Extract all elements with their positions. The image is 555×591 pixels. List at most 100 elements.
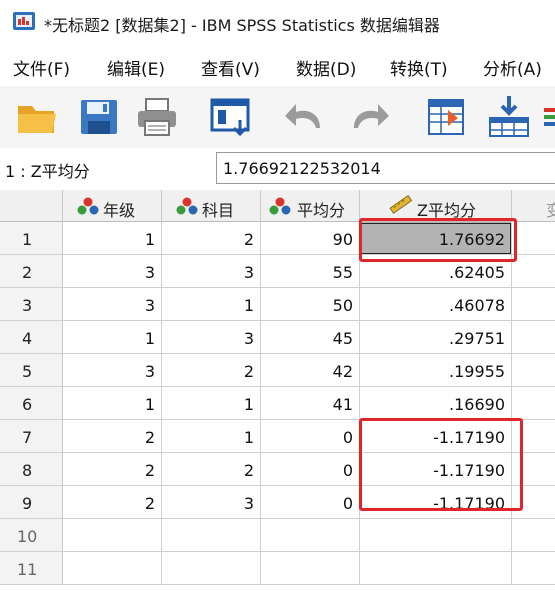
cell-value: .16690 [449,395,505,414]
table-cell[interactable] [360,552,512,585]
save-icon[interactable] [76,94,122,140]
menu-file[interactable]: 文件(F) [13,55,70,80]
table-cell[interactable] [512,453,555,486]
undo-icon[interactable] [282,94,328,140]
cell-value: .19955 [449,362,505,381]
table-cell[interactable]: .46078 [360,288,512,321]
table-cell[interactable]: 0 [261,486,360,519]
redo-icon[interactable] [346,94,392,140]
cell-value: .62405 [449,263,505,282]
cell-editor-bar: 1 : Z平均分 1.76692122532014 [0,148,555,190]
table-cell[interactable]: 2 [162,453,261,486]
table-cell[interactable] [63,552,162,585]
print-icon[interactable] [134,94,180,140]
table-cell[interactable]: .29751 [360,321,512,354]
menu-data[interactable]: 数据(D) [296,55,356,80]
row-header[interactable]: 1 [0,222,63,255]
variables-icon[interactable] [544,94,555,140]
column-header-z-average[interactable]: Z平均分 [360,190,512,222]
goto-variable-icon[interactable] [486,94,532,140]
table-cell[interactable] [261,519,360,552]
open-folder-icon[interactable] [14,94,60,140]
table-cell[interactable]: 55 [261,255,360,288]
cell-value: 3 [144,362,155,381]
table-cell[interactable]: .19955 [360,354,512,387]
column-label: 科目 [202,201,235,220]
menu-edit[interactable]: 编辑(E) [107,55,165,80]
row-header[interactable]: 6 [0,387,63,420]
row-header[interactable]: 8 [0,453,63,486]
table-cell[interactable]: 3 [162,486,261,519]
table-cell[interactable]: 50 [261,288,360,321]
table-cell[interactable]: -1.17190 [360,420,512,453]
table-cell[interactable]: 1 [162,387,261,420]
table-cell[interactable]: 0 [261,420,360,453]
row-header[interactable]: 11 [0,552,63,585]
table-cell[interactable] [512,288,555,321]
table-cell[interactable]: -1.17190 [360,486,512,519]
table-cell[interactable]: 2 [63,486,162,519]
table-cell[interactable] [512,321,555,354]
table-cell[interactable]: 90 [261,222,360,255]
dialog-recall-icon[interactable] [208,94,254,140]
table-cell[interactable] [512,222,555,255]
table-cell[interactable]: 41 [261,387,360,420]
cell-value: 42 [332,362,353,381]
row-header[interactable]: 2 [0,255,63,288]
table-cell[interactable]: .62405 [360,255,512,288]
row-header[interactable]: 10 [0,519,63,552]
table-cell[interactable]: 1 [63,387,162,420]
table-cell[interactable]: 0 [261,453,360,486]
table-cell[interactable]: 2 [162,222,261,255]
table-cell[interactable] [63,519,162,552]
table-cell[interactable] [512,387,555,420]
row-header[interactable]: 5 [0,354,63,387]
table-cell[interactable]: 1.76692 [360,222,512,255]
cell-value: 2 [243,461,254,480]
cell-value: 45 [332,329,353,348]
table-cell[interactable]: 1 [162,420,261,453]
cell-value-input[interactable]: 1.76692122532014 [216,152,555,184]
table-cell[interactable] [512,255,555,288]
table-cell[interactable]: 3 [162,321,261,354]
table-cell[interactable]: 2 [63,453,162,486]
table-cell[interactable] [512,354,555,387]
table-cell[interactable] [512,519,555,552]
table-cell[interactable]: 3 [63,354,162,387]
table-cell[interactable]: 1 [162,288,261,321]
table-cell[interactable]: 3 [63,288,162,321]
column-header-subject[interactable]: 科目 [162,190,261,222]
menu-transform[interactable]: 转换(T) [390,55,448,80]
table-cell[interactable]: 3 [162,255,261,288]
table-cell[interactable] [162,552,261,585]
cell-value: 1 [243,428,254,447]
menu-view[interactable]: 查看(V) [201,55,260,80]
table-cell[interactable]: 45 [261,321,360,354]
row-number: 9 [22,494,33,513]
table-cell[interactable] [512,420,555,453]
row-header[interactable]: 4 [0,321,63,354]
table-cell[interactable]: 2 [63,420,162,453]
table-cell[interactable] [512,552,555,585]
column-header-grade[interactable]: 年级 [63,190,162,222]
table-cell[interactable] [261,552,360,585]
cell-value: 1 [243,296,254,315]
menu-analyze[interactable]: 分析(A) [483,55,542,80]
table-cell[interactable]: 1 [63,222,162,255]
row-header[interactable]: 7 [0,420,63,453]
table-cell[interactable]: .16690 [360,387,512,420]
row-header[interactable]: 3 [0,288,63,321]
table-cell[interactable] [512,486,555,519]
column-header-average[interactable]: 平均分 [261,190,360,222]
row-header[interactable]: 9 [0,486,63,519]
column-label: Z平均分 [417,201,476,220]
table-cell[interactable]: -1.17190 [360,453,512,486]
table-cell[interactable]: 1 [63,321,162,354]
column-header-var[interactable]: 变 [512,190,555,222]
table-cell[interactable]: 3 [63,255,162,288]
table-cell[interactable]: 42 [261,354,360,387]
table-cell[interactable] [162,519,261,552]
table-cell[interactable]: 2 [162,354,261,387]
goto-case-icon[interactable] [424,94,470,140]
table-cell[interactable] [360,519,512,552]
